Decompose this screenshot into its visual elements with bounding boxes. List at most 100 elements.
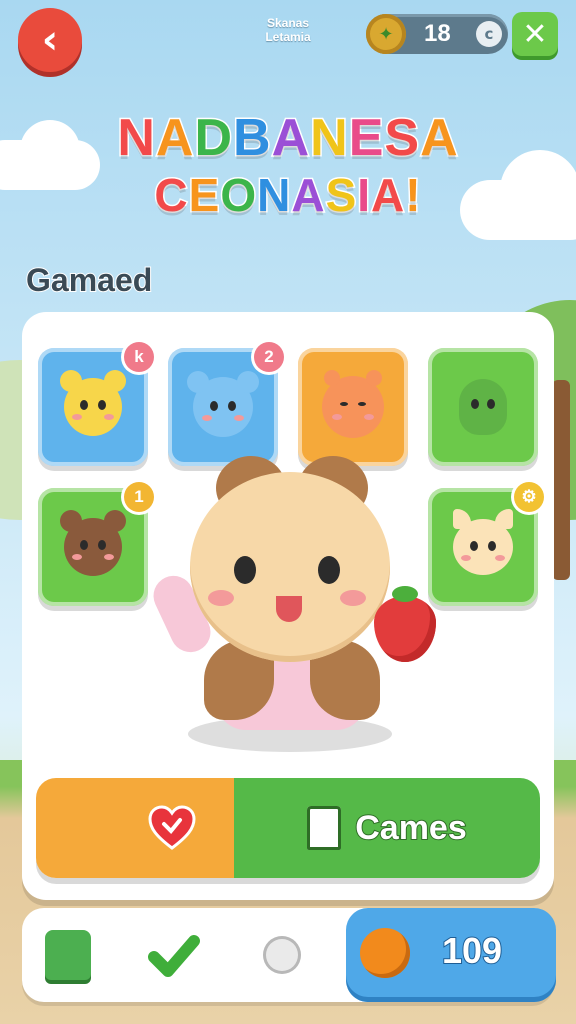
tile-blue-mouse[interactable]: 2 <box>168 342 284 466</box>
cat-ear <box>453 509 471 529</box>
tile-orange-blob[interactable] <box>298 348 408 466</box>
tile-yellow-bear[interactable]: k <box>38 342 154 466</box>
tile-brown-bear[interactable]: 1 <box>38 482 154 606</box>
caption-line-1: Skanas <box>266 16 310 30</box>
settings-badge-icon: ⚙ <box>514 482 544 512</box>
cheek <box>364 414 374 420</box>
cheek <box>72 554 82 560</box>
games-label: Cames <box>354 808 468 848</box>
title-letter: E <box>347 108 385 169</box>
hero-cheek-right <box>340 590 366 606</box>
yellow-bear-icon <box>60 370 126 436</box>
brown-bear-icon <box>60 510 126 576</box>
tile-green-dino[interactable] <box>428 348 538 466</box>
eye <box>98 400 106 410</box>
eye <box>210 401 218 411</box>
level-stat-pill[interactable]: ✦ 18 c <box>366 14 508 54</box>
hero-mouth <box>276 596 302 622</box>
strawberry-leaves <box>392 586 418 602</box>
eye <box>487 399 495 409</box>
mouse-ear <box>187 371 209 393</box>
cheek <box>495 555 505 561</box>
top-caption: Skanas Letamia <box>250 16 326 44</box>
title-letter: A <box>154 108 195 169</box>
coin-icon: c <box>476 21 502 47</box>
title-letter: A <box>419 108 460 169</box>
caption-line-2: Letamia <box>265 30 311 44</box>
title-letter: N <box>116 108 157 169</box>
title-letter: N <box>309 108 350 169</box>
bear-ear <box>104 510 126 532</box>
orange-coin-icon <box>360 928 410 978</box>
eye <box>80 400 88 410</box>
eye <box>471 399 479 409</box>
eye <box>470 541 478 551</box>
back-arrow-icon: ‹ <box>41 17 59 63</box>
bear-ear <box>60 370 82 392</box>
cheek <box>72 414 82 420</box>
title-letter: A <box>290 168 326 223</box>
tile-badge: 2 <box>254 342 284 372</box>
favorite-button[interactable] <box>36 778 234 878</box>
title-letter: N <box>256 168 292 223</box>
title-letter: ! <box>404 168 422 223</box>
blob-ear <box>324 370 340 386</box>
cheek <box>234 415 244 421</box>
green-dino-icon <box>459 379 507 435</box>
blue-mouse-icon <box>187 371 259 437</box>
hero-eye-right <box>318 556 340 584</box>
eye <box>340 402 348 406</box>
building-icon <box>307 806 342 850</box>
back-button[interactable]: ‹ <box>18 8 82 72</box>
title-letter: O <box>219 168 258 223</box>
blob-ear <box>366 370 382 386</box>
cheek <box>104 414 114 420</box>
hero-cheek-left <box>208 590 234 606</box>
section-label: Gamaed <box>25 261 153 299</box>
bear-ear <box>104 370 126 392</box>
title-letter: C <box>153 168 189 223</box>
mouse-ear <box>237 371 259 393</box>
check-icon <box>148 935 200 977</box>
title-line-1: NADBANESA <box>40 108 536 169</box>
cheek <box>202 415 212 421</box>
eye <box>228 401 236 411</box>
games-button[interactable]: Cames <box>234 778 540 878</box>
title-letter: A <box>370 168 406 223</box>
title-line-2: CEONASIA! <box>40 168 536 223</box>
orange-blob-icon <box>322 370 384 438</box>
coin-balance-button[interactable]: 109 <box>346 908 556 1002</box>
cheek <box>461 555 471 561</box>
bear-ear <box>60 510 82 532</box>
tree-trunk <box>552 380 570 580</box>
eye <box>358 402 366 406</box>
close-button[interactable]: ✕ <box>512 12 558 56</box>
cat-ear <box>495 509 513 529</box>
hero-eye-left <box>234 556 256 584</box>
puzzle-icon <box>45 930 91 980</box>
close-icon: ✕ <box>522 16 548 52</box>
leaf-icon: ✦ <box>366 14 406 54</box>
nav-timer[interactable] <box>252 922 312 988</box>
nav-check[interactable] <box>144 922 204 988</box>
tile-badge: k <box>124 342 154 372</box>
heart-icon <box>146 802 198 854</box>
game-scene: ‹ Skanas Letamia ✦ 18 c ✕ NADBANESA CEON… <box>0 0 576 1024</box>
cream-cat-icon <box>453 509 513 575</box>
tile-cream-cat[interactable]: ⚙ <box>428 482 544 606</box>
cheek <box>332 414 342 420</box>
tile-badge: 1 <box>124 482 154 512</box>
title-letter: A <box>270 108 311 169</box>
nav-puzzle[interactable] <box>38 922 98 988</box>
cheek <box>104 554 114 560</box>
title-letter: E <box>187 168 221 223</box>
hero-head <box>190 472 390 662</box>
title-letter: S <box>383 108 421 169</box>
action-bar: Cames <box>36 778 540 878</box>
coin-balance: 109 <box>441 929 503 972</box>
stat-value: 18 <box>424 20 451 47</box>
title-letter: D <box>193 108 234 169</box>
eye <box>80 540 88 550</box>
timer-icon <box>263 936 301 974</box>
eye <box>488 541 496 551</box>
